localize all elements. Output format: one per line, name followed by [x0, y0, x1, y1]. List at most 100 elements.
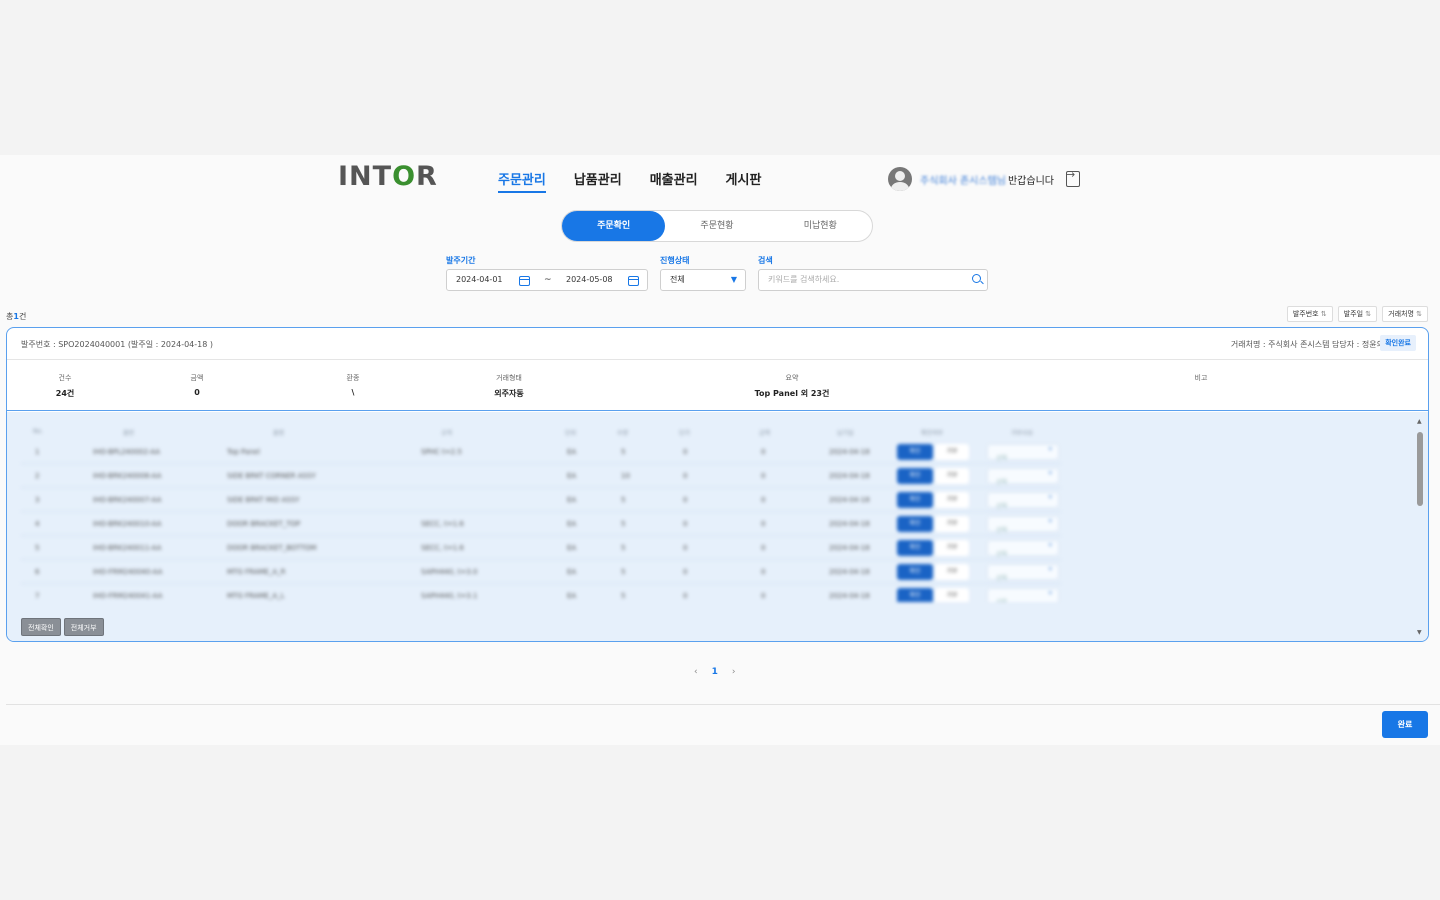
reason-placeholder: 선택 [996, 455, 1008, 462]
search-icon[interactable] [972, 274, 981, 283]
cell-unit: EA [567, 496, 577, 504]
cell-unit: EA [567, 568, 577, 576]
status-badge: 확인완료 [1380, 335, 1416, 351]
status-select[interactable]: 전체 ▼ [660, 269, 746, 291]
cell-amount: 0 [761, 520, 766, 528]
col-header: No. [33, 428, 43, 435]
footer-divider [6, 704, 1440, 705]
sort-buttons: 발주번호 ⇅ 발주일 ⇅ 거래처명 ⇅ [1286, 306, 1428, 322]
reason-placeholder: 선택 [996, 575, 1008, 582]
row-reason-select[interactable]: 선택 [987, 564, 1059, 582]
row-confirm-button[interactable]: 확인 [897, 492, 933, 508]
app-root: INTOR 주문관리 납품관리 매출관리 게시판 주식회사 존시스템님 반갑습니… [0, 155, 1440, 745]
cell-item-code: IHO-FRM240041-AA [93, 592, 163, 600]
confirm-all-button[interactable]: 전체확인 [21, 618, 61, 636]
reason-placeholder: 선택 [996, 479, 1008, 486]
tab-order-status[interactable]: 주문현황 [665, 211, 768, 241]
date-range-field[interactable]: 2024-04-01 ~ 2024-05-08 [446, 269, 648, 291]
search-label: 검색 [758, 256, 773, 265]
nav-delivery-management[interactable]: 납품관리 [574, 169, 622, 193]
cell-due-date: 2024-04-18 [829, 592, 870, 600]
start-calendar-icon[interactable] [519, 276, 530, 286]
cell-spec: SAPH440, t=3.0 [421, 568, 478, 576]
item-grid-body: No. 품번 품명 규격 단위 수량 단가 금액 납기일 확인여부 거부사유 1… [21, 422, 1411, 602]
row-reject-button[interactable]: 거부 [935, 564, 969, 580]
row-reject-button[interactable]: 거부 [935, 444, 969, 460]
order-number: 발주번호 : SPO2024040001 (발주일 : 2024-04-18 ) [21, 340, 213, 349]
pagination: ‹ 1 › [694, 667, 735, 677]
row-reject-button[interactable]: 거부 [935, 492, 969, 508]
table-row: 2 IHO-BRK240006-AA SIDE BRKT CORNER ASSY EA… [21, 464, 1061, 488]
nav-board[interactable]: 게시판 [726, 169, 762, 193]
nav-sales-management[interactable]: 매출관리 [650, 169, 698, 193]
scroll-down-icon[interactable]: ▼ [1417, 629, 1422, 636]
logout-icon[interactable] [1066, 168, 1080, 187]
start-date[interactable]: 2024-04-01 [456, 275, 503, 284]
row-confirm-button[interactable]: 확인 [897, 516, 933, 532]
cell-no: 1 [35, 448, 40, 456]
sort-order-date-button[interactable]: 발주일 ⇅ [1337, 306, 1378, 322]
col-header: 수량 [617, 430, 629, 437]
row-reason-select[interactable]: 선택 [987, 468, 1059, 486]
cell-amount: 0 [761, 472, 766, 480]
done-button[interactable]: 완료 [1382, 711, 1428, 738]
row-confirm-button[interactable]: 확인 [897, 468, 933, 484]
cell-no: 3 [35, 496, 40, 504]
cell-amount: 0 [761, 592, 766, 600]
cell-spec: SECC, t=1.6 [421, 544, 464, 552]
cell-spec: SPHC t=2.5 [421, 448, 462, 456]
reason-placeholder: 선택 [996, 527, 1008, 534]
tab-undelivered-status[interactable]: 미납현황 [769, 211, 872, 241]
cell-item-name: DOOR BRACKET_BOTTOM [227, 544, 317, 552]
row-confirm-button[interactable]: 확인 [897, 588, 933, 602]
user-name: 주식회사 존시스템님 [920, 175, 1006, 187]
cell-unit: EA [567, 472, 577, 480]
reject-all-button[interactable]: 전체거부 [63, 618, 104, 636]
next-page-icon[interactable]: › [732, 667, 736, 677]
intor-logo[interactable]: INTOR [338, 161, 438, 192]
search-input[interactable]: 키워드를 검색하세요. [758, 269, 988, 291]
row-reason-select[interactable]: 선택 [987, 588, 1059, 602]
sort-order-no-button[interactable]: 발주번호 ⇅ [1286, 306, 1333, 322]
row-reason-select[interactable]: 선택 [987, 516, 1059, 534]
row-reason-select[interactable]: 선택 [987, 540, 1059, 558]
row-confirm-button[interactable]: 확인 [897, 444, 933, 460]
cell-due-date: 2024-04-18 [829, 496, 870, 504]
nav-order-management[interactable]: 주문관리 [498, 169, 546, 193]
grid-scrollbar[interactable]: ▲ ▼ [1416, 418, 1424, 636]
scroll-up-icon[interactable]: ▲ [1417, 418, 1422, 425]
row-reason-select[interactable]: 선택 [987, 444, 1059, 462]
cell-unit: EA [567, 544, 577, 552]
end-date[interactable]: 2024-05-08 [566, 270, 613, 290]
sort-client-button[interactable]: 거래처명 ⇅ [1382, 306, 1428, 322]
scroll-thumb[interactable] [1417, 432, 1423, 506]
cell-item-name: MTG FRAME_A_L [227, 592, 285, 600]
row-reject-button[interactable]: 거부 [935, 588, 969, 602]
summary-amount: 금액 0 [190, 374, 204, 397]
cell-price: 0 [683, 592, 688, 600]
row-confirm-button[interactable]: 확인 [897, 564, 933, 580]
cell-item-name: SIDE BRKT CORNER ASSY [227, 472, 316, 480]
cell-item-name: Top Panel [227, 448, 260, 456]
cell-price: 0 [683, 472, 688, 480]
page-number[interactable]: 1 [712, 667, 718, 677]
end-calendar-icon[interactable] [628, 276, 639, 286]
summary-trade-type: 거래형태 외주자동 [494, 374, 524, 398]
top-header: INTOR 주문관리 납품관리 매출관리 게시판 주식회사 존시스템님 반갑습니… [0, 155, 1440, 205]
col-header: 규격 [441, 430, 453, 437]
reason-placeholder: 선택 [996, 599, 1007, 602]
row-reject-button[interactable]: 거부 [935, 516, 969, 532]
row-reason-select[interactable]: 선택 [987, 492, 1059, 510]
row-reject-button[interactable]: 거부 [935, 540, 969, 556]
summary-brief: 요약 Top Panel 외 23건 [754, 374, 830, 398]
tab-order-confirm[interactable]: 주문확인 [562, 211, 666, 241]
cell-qty: 5 [621, 592, 626, 600]
row-reject-button[interactable]: 거부 [935, 468, 969, 484]
date-tilde: ~ [544, 275, 552, 285]
prev-page-icon[interactable]: ‹ [694, 667, 698, 677]
sort-icon: ⇅ [1320, 310, 1327, 318]
status-label: 진행상태 [660, 256, 690, 265]
table-row: 5 IHO-BRK240011-AA DOOR BRACKET_BOTTOM SECC… [21, 536, 1061, 560]
cell-qty: 5 [621, 520, 626, 528]
row-confirm-button[interactable]: 확인 [897, 540, 933, 556]
